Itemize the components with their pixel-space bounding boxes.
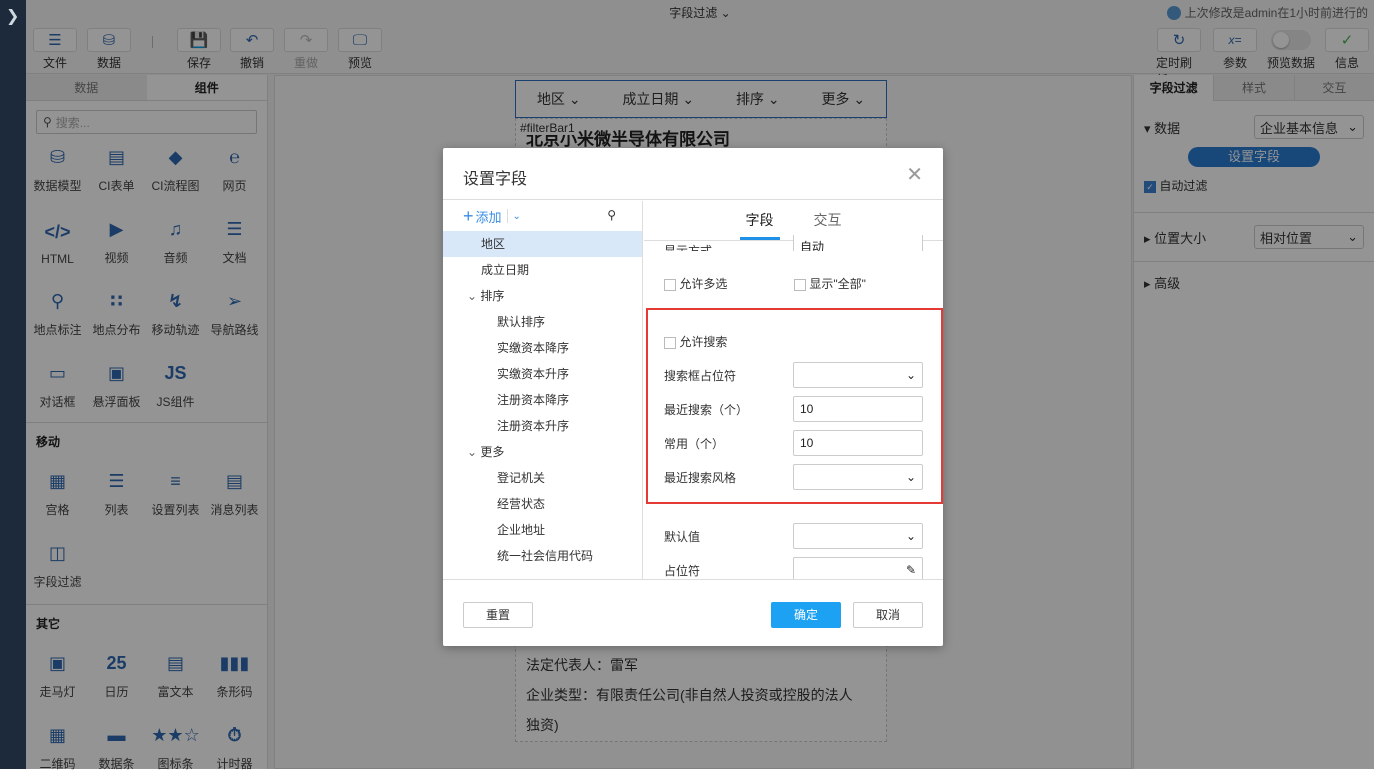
close-icon[interactable]: ✕ (906, 162, 923, 187)
allow-multi-select[interactable]: 允许多选 (664, 275, 794, 292)
chevron-down-icon: ⌄ (905, 529, 916, 543)
tree-item-label: 注册资本升序 (497, 419, 570, 433)
show-all-option[interactable]: 显示"全部" (794, 275, 866, 292)
set-fields-dialog: 设置字段 ✕ + 添加 ⌄ ⚲ 地区 成立日期 ⌄ 排序 默认排序 实缴资本降序 实缴资本升… (443, 148, 943, 646)
edit-pencil-icon[interactable]: ✎ (906, 563, 916, 577)
common-count-input[interactable]: 10 (793, 430, 923, 456)
tree-item[interactable]: 登记机关 (443, 465, 642, 491)
recent-search-count-input[interactable]: 10 (793, 396, 923, 422)
tree-group[interactable]: ⌄ 更多 (443, 439, 642, 465)
multi-options-row: 允许多选 显示"全部" (664, 275, 923, 292)
plus-icon: + (463, 206, 474, 226)
tree-item[interactable]: 经营状态 (443, 491, 642, 517)
chevron-down-icon[interactable]: ⌄ (467, 289, 480, 303)
common-row: 常用（个） 10 (664, 430, 923, 456)
allow-search-checkbox[interactable] (664, 336, 676, 349)
allow-multi-checkbox[interactable] (664, 278, 676, 291)
tree-item-label: 实缴资本升序 (497, 367, 570, 381)
recent-search-row: 最近搜索（个） 10 (664, 396, 923, 422)
tree-item-label: 经营状态 (497, 497, 546, 511)
allow-search-option[interactable]: 允许搜索 (664, 333, 727, 350)
field-tree-panel: + 添加 ⌄ ⚲ 地区 成立日期 ⌄ 排序 默认排序 实缴资本降序 实缴资本升序 注册资本降序… (443, 201, 643, 579)
tree-item[interactable]: 统一社会信用代码 (443, 543, 642, 569)
collapsed-sidebar: ❯ (0, 0, 26, 769)
search-placeholder-select[interactable]: ⌄ (793, 362, 923, 388)
display-mode-row: 显示方式 自动 (664, 235, 923, 251)
tree-item[interactable]: 默认排序 (443, 309, 642, 335)
placeholder-row: 占位符 ✎ (664, 557, 923, 579)
dialog-footer: 重置 确定 取消 (443, 579, 943, 646)
default-value-select[interactable]: ⌄ (793, 523, 923, 549)
confirm-button[interactable]: 确定 (771, 602, 841, 628)
tree-item-label: 登记机关 (497, 471, 546, 485)
chevron-down-icon: ⌄ (905, 470, 916, 484)
tree-item[interactable]: 成立日期 (443, 257, 642, 283)
tree-item-label: 实缴资本降序 (497, 341, 570, 355)
tree-item-label: 统一社会信用代码 (497, 549, 594, 563)
show-all-checkbox[interactable] (794, 278, 806, 291)
search-icon[interactable]: ⚲ (607, 208, 616, 222)
tree-item[interactable]: 实缴资本降序 (443, 335, 642, 361)
chevron-down-icon[interactable]: ⌄ (467, 445, 480, 459)
tree-group[interactable]: ⌄ 排序 (443, 283, 642, 309)
allow-search-row: 允许搜索 (664, 333, 923, 350)
tree-item-label: 默认排序 (497, 315, 546, 329)
tree-item-label: 更多 (480, 445, 505, 459)
tree-item[interactable]: 地区 (443, 231, 642, 257)
add-field-button[interactable]: + 添加 (463, 207, 502, 226)
recent-style-select[interactable]: ⌄ (793, 464, 923, 490)
tree-item[interactable]: 实缴资本升序 (443, 361, 642, 387)
add-dropdown-chevron-icon[interactable]: ⌄ (513, 211, 521, 222)
recent-style-row: 最近搜索风格 ⌄ (664, 464, 923, 490)
tree-item[interactable]: 注册资本升序 (443, 413, 642, 439)
dialog-title: 设置字段 (463, 171, 528, 188)
field-settings-panel: 字段 交互 显示方式 自动 允许多选 显示"全部" 允许搜索 搜索框占位符 ⌄ … (644, 201, 943, 579)
tree-item-label: 成立日期 (481, 263, 530, 277)
tree-item-label: 注册资本降序 (497, 393, 570, 407)
tree-item-label: 地区 (481, 237, 506, 251)
tree-item-label: 企业地址 (497, 523, 546, 537)
cancel-button[interactable]: 取消 (853, 602, 923, 628)
search-placeholder-row: 搜索框占位符 ⌄ (664, 362, 923, 388)
default-value-row: 默认值 ⌄ (664, 523, 923, 549)
display-mode-select[interactable]: 自动 (793, 235, 923, 251)
reset-button[interactable]: 重置 (463, 602, 533, 628)
tree-item-label: 排序 (480, 289, 505, 303)
placeholder-input[interactable]: ✎ (793, 557, 923, 579)
field-tree: 地区 成立日期 ⌄ 排序 默认排序 实缴资本降序 实缴资本升序 注册资本降序 注册资本升序 ⌄ … (443, 231, 642, 569)
tree-item[interactable]: 注册资本降序 (443, 387, 642, 413)
expand-chevron-icon[interactable]: ❯ (6, 6, 19, 26)
chevron-down-icon: ⌄ (905, 368, 916, 382)
tree-item[interactable]: 企业地址 (443, 517, 642, 543)
